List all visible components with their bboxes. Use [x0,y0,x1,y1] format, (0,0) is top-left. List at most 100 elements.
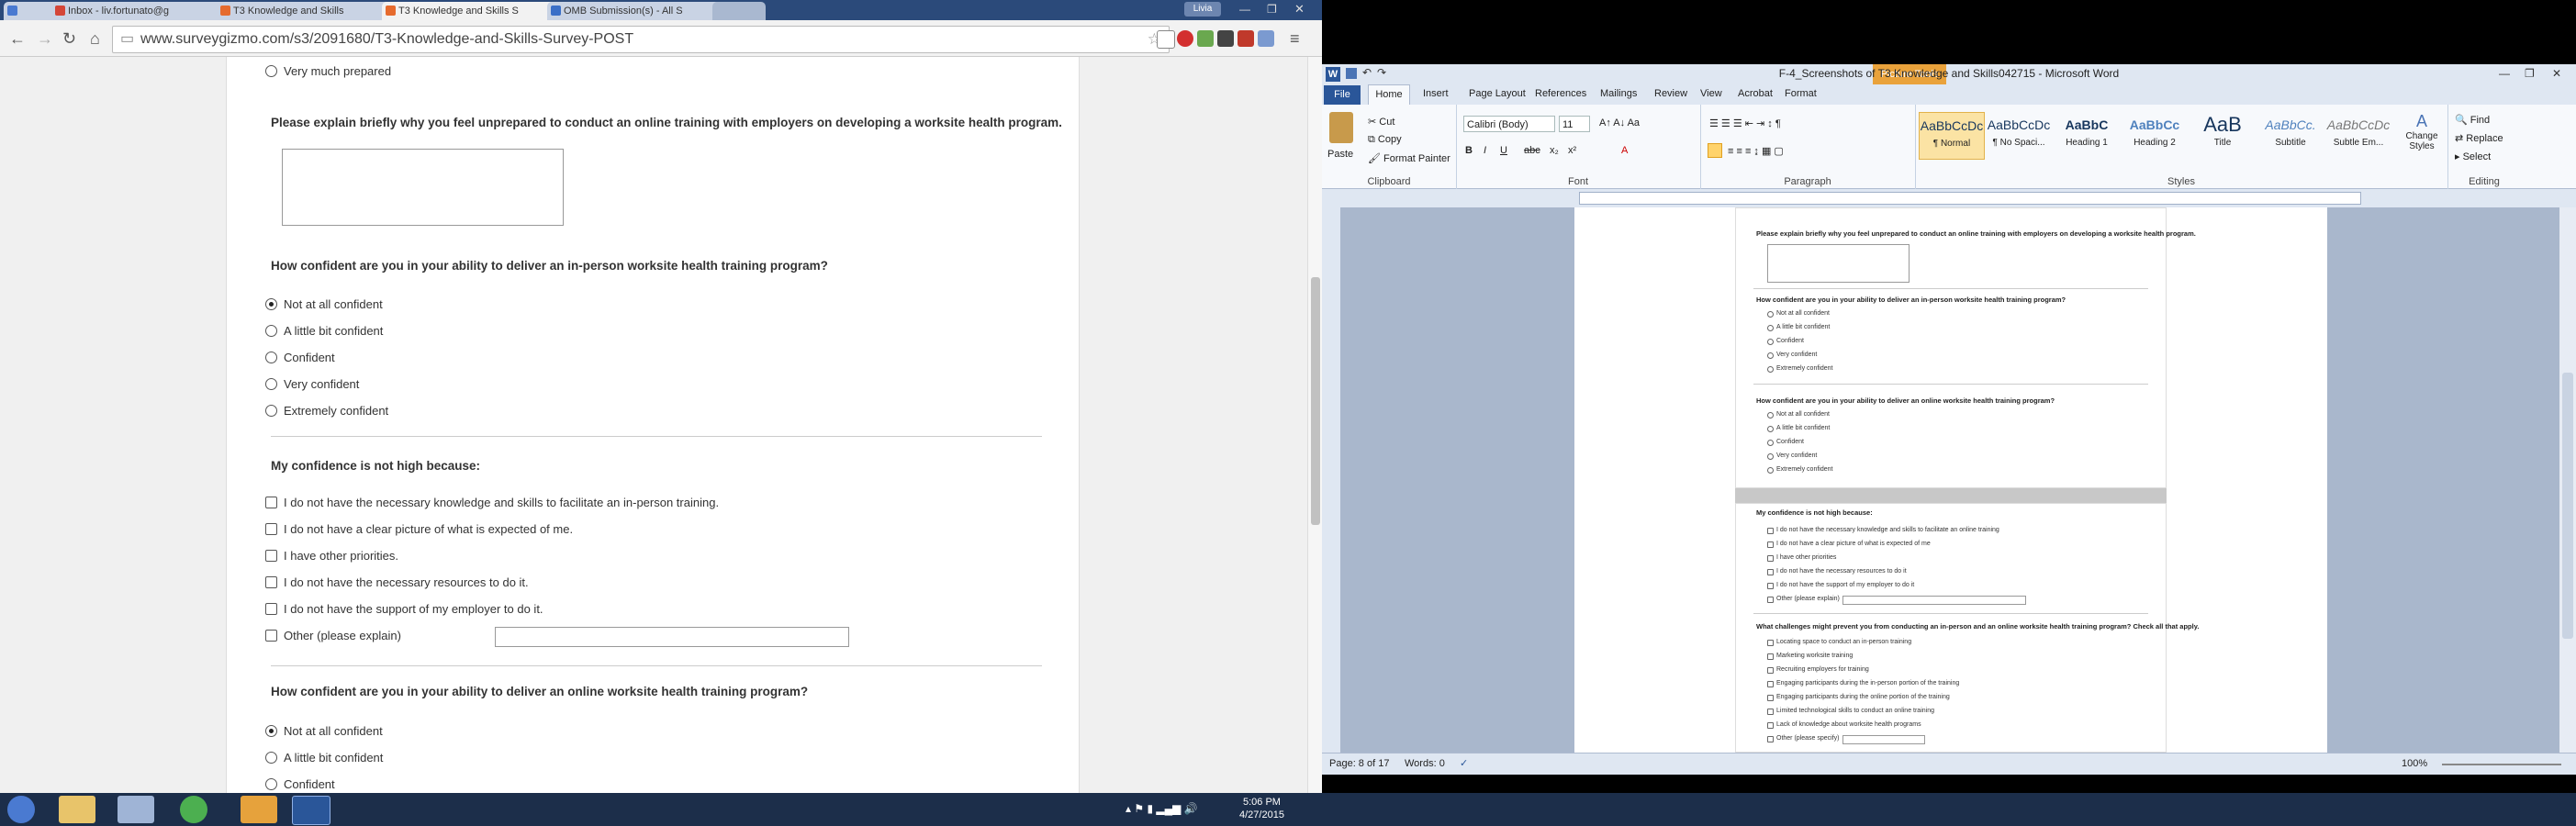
outlook-icon[interactable] [241,796,277,823]
tab-insert[interactable]: Insert [1423,88,1449,99]
inperson-option[interactable]: Not at all confident [265,297,383,312]
tab-page-layout[interactable]: Page Layout [1469,88,1526,99]
inperson-option[interactable]: Extremely confident [265,404,388,419]
inperson-option[interactable]: A little bit confident [265,324,383,339]
new-tab-button[interactable] [712,2,766,20]
radio-button[interactable] [265,778,277,790]
adblock-icon[interactable] [1177,30,1193,47]
radio-button[interactable] [265,378,277,390]
reason-option-other[interactable]: Other (please explain) [265,627,849,647]
back-icon[interactable]: ← [9,29,26,48]
replace-button[interactable]: ⇄ Replace [2455,132,2503,144]
clock[interactable]: 5:06 PM 4/27/2015 [1239,796,1284,821]
radio-button-selected[interactable] [265,725,277,737]
select-button[interactable]: ▸ Select [2455,151,2491,162]
tab-omb[interactable]: OMB Submission(s) - All S✕ [547,2,727,20]
chrome-icon[interactable] [180,796,207,823]
style-title[interactable]: AaB Title [2190,112,2255,158]
word-count[interactable]: Words: 0 [1405,758,1445,769]
minimize-icon[interactable]: — [1239,3,1250,16]
ruler-bar[interactable] [1579,192,2361,205]
format-painter-button[interactable]: 🖌 Format Painter [1368,152,1450,164]
cast-icon[interactable] [1157,30,1175,49]
extension-blue-icon[interactable] [1258,30,1274,47]
reload-icon[interactable]: ↻ [62,29,76,48]
paste-button[interactable]: Paste [1327,149,1353,160]
extension-dark-icon[interactable] [1217,30,1234,47]
option-very-much-prepared[interactable]: Very much prepared [265,64,391,79]
tab-file[interactable]: File [1324,85,1361,105]
tab-survey-active[interactable]: T3 Knowledge and Skills S✕ [382,2,562,20]
tab-home[interactable]: Home [1368,84,1410,105]
style-subtitle[interactable]: AaBbCc. Subtitle [2258,112,2323,158]
font-size-select[interactable]: 11 [1559,116,1590,132]
cut-button[interactable]: ✂ Cut [1368,116,1394,128]
calculator-icon[interactable] [118,796,154,823]
word-scrollbar[interactable] [2559,207,2576,753]
zoom-slider[interactable] [2442,764,2561,765]
tab-references[interactable]: References [1535,88,1586,99]
reason-option[interactable]: I do not have the necessary knowledge an… [265,496,719,510]
align-left-icon[interactable] [1708,143,1722,158]
scrollbar-thumb[interactable] [1311,277,1320,525]
user-badge[interactable]: Livia [1184,2,1221,17]
tab-inbox[interactable]: Inbox - liv.fortunato@g✕ [51,2,231,20]
copy-button[interactable]: ⧉ Copy [1368,134,1402,146]
system-tray-icons[interactable]: ▴ ⚑ ▮ ▂▄▆ 🔊 [1126,802,1198,815]
close-window-icon[interactable]: ✕ [2552,67,2561,80]
page-indicator[interactable]: Page: 8 of 17 [1329,758,1389,769]
restore-icon[interactable]: ❐ [1267,3,1277,16]
align-center-icon[interactable]: ≡ ≡ ≡ ↨ ▦ ▢ [1728,145,1784,157]
radio-button[interactable] [265,352,277,363]
paste-icon[interactable] [1329,112,1353,143]
inperson-option[interactable]: Very confident [265,377,359,392]
tab-acrobat[interactable]: Acrobat [1738,88,1773,99]
radio-button[interactable] [265,325,277,337]
start-icon[interactable] [7,796,35,823]
menu-icon[interactable]: ≡ [1290,29,1300,48]
page-scrollbar[interactable] [1307,57,1322,793]
radio-button[interactable] [265,752,277,764]
proofing-icon[interactable]: ✓ [1460,757,1468,769]
extension-red-icon[interactable] [1238,30,1254,47]
style-no-spacing[interactable]: AaBbCcDc ¶ No Spaci... [1987,112,2051,158]
checkbox[interactable] [265,576,277,588]
style-heading-1[interactable]: AaBbC Heading 1 [2055,112,2119,158]
strikethrough-icon[interactable]: abc [1524,145,1540,156]
scrollbar-thumb[interactable] [2562,373,2573,639]
other-explain-input[interactable] [495,627,849,647]
inperson-option[interactable]: Confident [265,351,335,365]
checkbox[interactable] [265,497,277,508]
online-option[interactable]: Confident [265,777,335,792]
radio-button-selected[interactable] [265,298,277,310]
online-option[interactable]: A little bit confident [265,751,383,765]
word-taskbar-icon[interactable] [292,796,330,825]
checkbox[interactable] [265,603,277,615]
style-heading-2[interactable]: AaBbCc Heading 2 [2122,112,2187,158]
radio-button[interactable] [265,405,277,417]
style-normal[interactable]: AaBbCcDc ¶ Normal [1919,112,1985,160]
bullets-icon[interactable]: ☰ ☰ ☰ ⇤ ⇥ ↕ ¶ [1709,117,1781,129]
close-window-icon[interactable]: ✕ [1294,2,1305,17]
font-name-select[interactable]: Calibri (Body) [1463,116,1555,132]
online-option[interactable]: Not at all confident [265,724,383,739]
minimize-icon[interactable]: — [2499,67,2510,80]
restore-icon[interactable]: ❐ [2525,67,2535,80]
change-styles-button[interactable]: A Change Styles [2403,112,2440,169]
tab-format[interactable]: Format [1785,88,1817,99]
style-subtle-emphasis[interactable]: AaBbCcDc Subtle Em... [2326,112,2391,158]
reason-option[interactable]: I do not have a clear picture of what is… [265,522,573,537]
extension-green-icon[interactable] [1197,30,1214,47]
zoom-level[interactable]: 100% [2402,758,2427,769]
tab-survey-1[interactable]: T3 Knowledge and Skills✕ [217,2,397,20]
bold-icon[interactable]: B [1465,145,1473,156]
tab-view[interactable]: View [1700,88,1722,99]
file-explorer-icon[interactable] [59,796,95,823]
reason-option[interactable]: I do not have the necessary resources to… [265,575,529,590]
document-page[interactable]: Please explain briefly why you feel unpr… [1574,207,2327,753]
tab-review[interactable]: Review [1654,88,1687,99]
radio-button[interactable] [265,65,277,77]
address-bar[interactable]: ▭ www.surveygizmo.com/s3/2091680/T3-Know… [112,26,1170,53]
checkbox[interactable] [265,550,277,562]
forward-icon[interactable]: → [37,29,53,48]
